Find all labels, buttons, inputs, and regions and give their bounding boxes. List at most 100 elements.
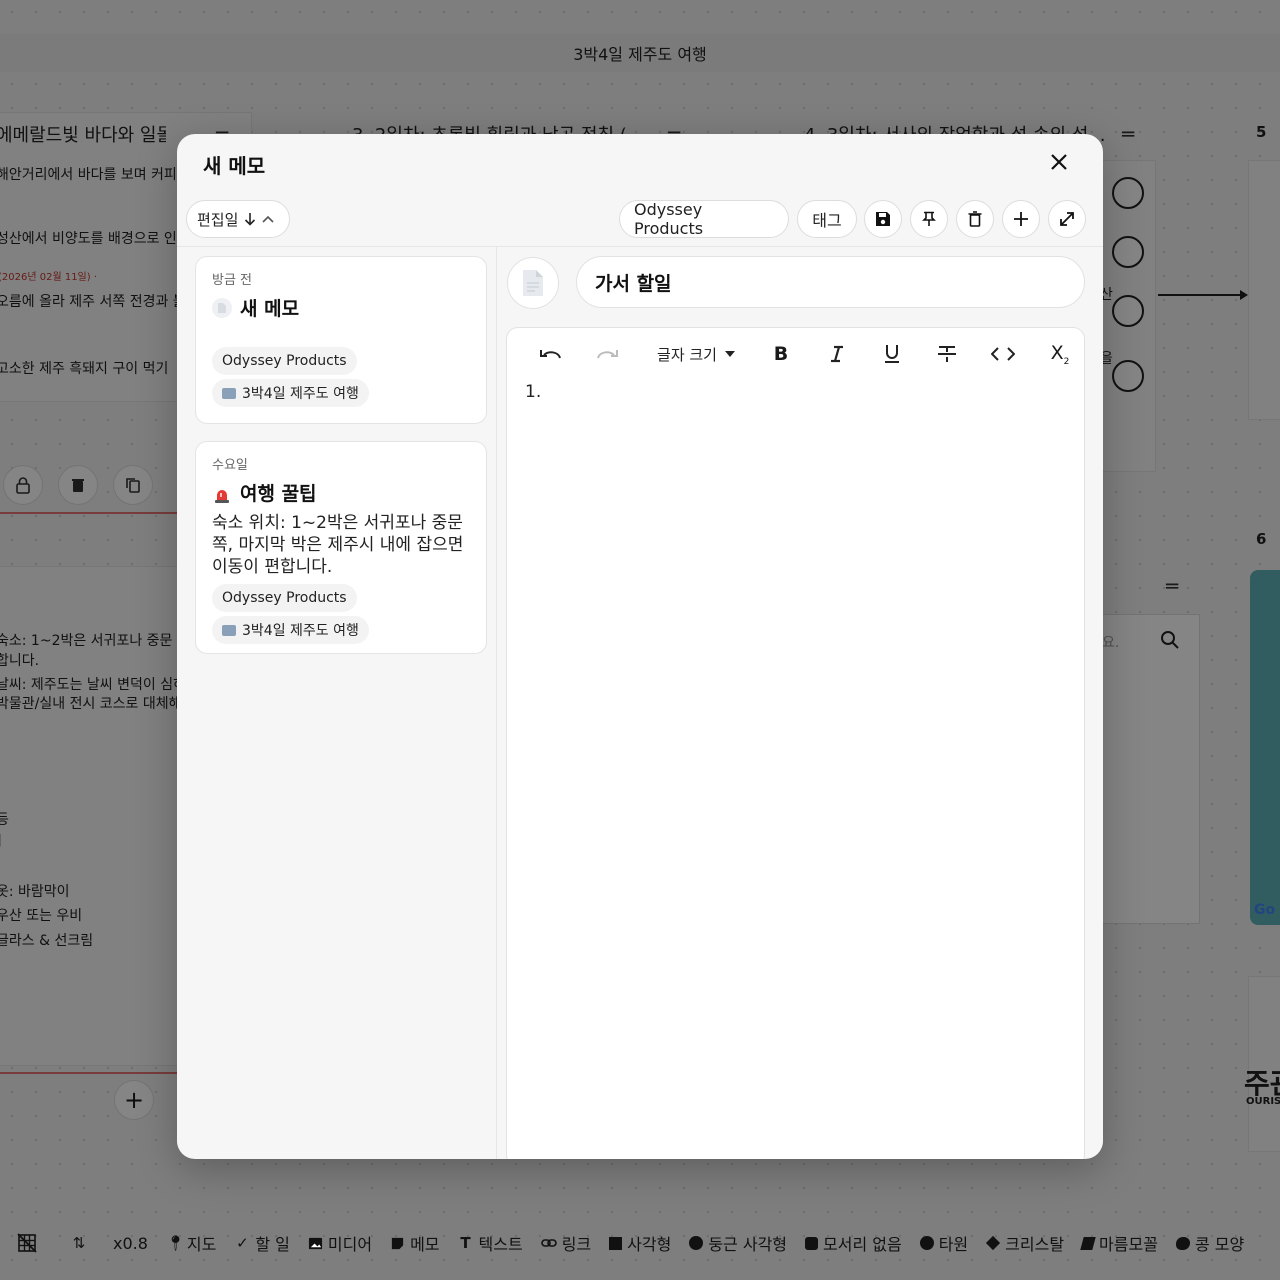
memo-modal: 새 메모 편집일 Odyssey Products 태그 방금 전 새 메모 O…: [177, 134, 1103, 1159]
swap-vertical-icon: ⇅: [72, 1234, 86, 1252]
close-icon: [1051, 154, 1067, 170]
expand-button[interactable]: [1048, 200, 1086, 238]
plus-icon: [1014, 212, 1028, 226]
save-button[interactable]: [864, 200, 902, 238]
memo-date: 방금 전: [212, 273, 253, 288]
arrow-down-icon: [245, 213, 256, 226]
grid-toggle[interactable]: [8, 1225, 46, 1261]
zoom-label: x0.8: [113, 1233, 148, 1253]
workspace-button[interactable]: Odyssey Products: [619, 200, 789, 238]
tool-todo[interactable]: ✓ 할 일: [225, 1225, 299, 1261]
tool-label: 지도: [186, 1235, 217, 1254]
tool-label: 크리스탈: [1005, 1235, 1065, 1254]
caret-down-icon: [724, 351, 735, 357]
code-icon: [991, 347, 1015, 361]
undo-button[interactable]: [537, 340, 565, 368]
rounded-rectangle-icon: [689, 1236, 704, 1250]
check-icon: ✓: [236, 1234, 249, 1252]
tool-rectangle[interactable]: 사각형: [600, 1225, 680, 1261]
workspace-chip: Odyssey Products: [212, 584, 357, 612]
document-icon: [523, 270, 543, 296]
memo-icon-picker[interactable]: [507, 257, 559, 309]
memo-title-value: 가서 할일: [595, 272, 672, 295]
siren-icon: [212, 483, 232, 503]
strikethrough-icon: [938, 346, 956, 362]
sort-label: 편집일: [197, 210, 239, 229]
tool-ellipse[interactable]: 타원: [911, 1225, 977, 1261]
modal-title: 새 메모: [203, 154, 266, 178]
save-icon: [876, 212, 890, 226]
italic-button[interactable]: [825, 340, 849, 368]
underline-icon: [885, 345, 899, 363]
tool-no-corner[interactable]: 모서리 없음: [796, 1225, 911, 1261]
link-icon: [540, 1239, 557, 1247]
memo-date: 수요일: [212, 458, 248, 473]
undo-icon: [540, 350, 561, 359]
delete-memo-button[interactable]: [956, 200, 994, 238]
tag-label: 태그: [812, 211, 842, 230]
chevron-up-icon: [262, 215, 274, 223]
tool-label: 메모: [410, 1235, 440, 1254]
subscript-icon: X2: [1050, 341, 1070, 367]
memo-title: 새 메모: [240, 298, 300, 320]
memo-title-input[interactable]: 가서 할일: [576, 256, 1085, 308]
memo-title-row: 여행 꿀팁: [212, 479, 470, 506]
memo-list-item[interactable]: 수요일 여행 꿀팁 숙소 위치: 1~2박은 서귀포나 중문 쪽, 마지막 박은…: [195, 441, 487, 654]
tool-label: 모서리 없음: [823, 1235, 902, 1254]
tool-label: 콩 모양: [1194, 1235, 1245, 1254]
add-memo-button[interactable]: [1002, 200, 1040, 238]
strikethrough-button[interactable]: [935, 340, 959, 368]
rectangle-icon: [609, 1236, 623, 1250]
underline-button[interactable]: [880, 340, 904, 368]
code-button[interactable]: [989, 340, 1017, 368]
pin-icon: [922, 211, 936, 226]
memo-chips: Odyssey Products 3박4일 제주도 여행: [212, 347, 470, 411]
memo-list-item[interactable]: 방금 전 새 메모 Odyssey Products 3박4일 제주도 여행: [195, 256, 487, 424]
tag-button[interactable]: 태그: [797, 200, 857, 238]
grid-off-icon: [17, 1233, 37, 1253]
map-pin-icon: 📍︎: [165, 1234, 185, 1252]
tool-text[interactable]: T 텍스트: [449, 1225, 532, 1261]
pin-button[interactable]: [910, 200, 948, 238]
memo-title-row: 새 메모: [212, 294, 470, 321]
subscript-button[interactable]: X2: [1047, 340, 1073, 368]
memo-preview: 숙소 위치: 1~2박은 서귀포나 중문 쪽, 마지막 박은 제주시 내에 잡으…: [212, 513, 464, 577]
ellipse-icon: [919, 1236, 934, 1250]
modal-toolbar: 편집일 Odyssey Products 태그: [177, 200, 1103, 246]
chip-label: 3박4일 제주도 여행: [242, 623, 359, 639]
redo-button[interactable]: [593, 340, 621, 368]
tool-label: 텍스트: [478, 1235, 523, 1254]
bean-icon: [1175, 1236, 1190, 1250]
tool-memo[interactable]: 메모: [381, 1225, 448, 1261]
close-button[interactable]: [1045, 148, 1073, 176]
tool-media[interactable]: 미디어: [299, 1225, 381, 1261]
bold-button[interactable]: B: [769, 340, 793, 368]
zoom-level[interactable]: x0.8: [104, 1225, 157, 1261]
font-size-dropdown[interactable]: 글자 크기: [653, 340, 739, 368]
editor-content[interactable]: 1.: [525, 382, 541, 402]
sort-toggle[interactable]: ⇅: [62, 1225, 96, 1261]
memo-chips: Odyssey Products 3박4일 제주도 여행: [212, 584, 470, 648]
bottom-toolbar: ⇅ x0.8 📍︎ 지도 ✓ 할 일 미디어 메모 T 텍스트 링크 사각형 둥근 사…: [0, 1216, 1280, 1270]
memo-editor[interactable]: 글자 크기 B X2 1.: [506, 327, 1085, 1159]
tool-label: 링크: [561, 1235, 592, 1254]
tool-label: 미디어: [327, 1235, 373, 1254]
chip-label: Odyssey Products: [222, 353, 347, 369]
tool-rhombus[interactable]: 마름모꼴: [1073, 1225, 1167, 1261]
trash-icon: [968, 211, 982, 227]
tool-map[interactable]: 📍︎ 지도: [157, 1225, 225, 1261]
crystal-icon: [986, 1235, 1001, 1251]
rhombus-icon: [1080, 1236, 1096, 1250]
tool-link[interactable]: 링크: [532, 1225, 600, 1261]
folder-icon: [222, 624, 236, 636]
expand-icon: [1060, 212, 1074, 226]
sort-button[interactable]: 편집일: [186, 200, 290, 238]
tool-rounded-rectangle[interactable]: 둥근 사각형: [680, 1225, 796, 1261]
tool-crystal[interactable]: 크리스탈: [977, 1225, 1073, 1261]
italic-icon: [831, 345, 843, 363]
image-icon: [308, 1237, 322, 1249]
tool-label: 마름모꼴: [1099, 1235, 1158, 1254]
tool-label: 사각형: [627, 1235, 672, 1254]
tool-bean[interactable]: 콩 모양: [1167, 1225, 1253, 1261]
tool-label: 타원: [938, 1235, 969, 1254]
